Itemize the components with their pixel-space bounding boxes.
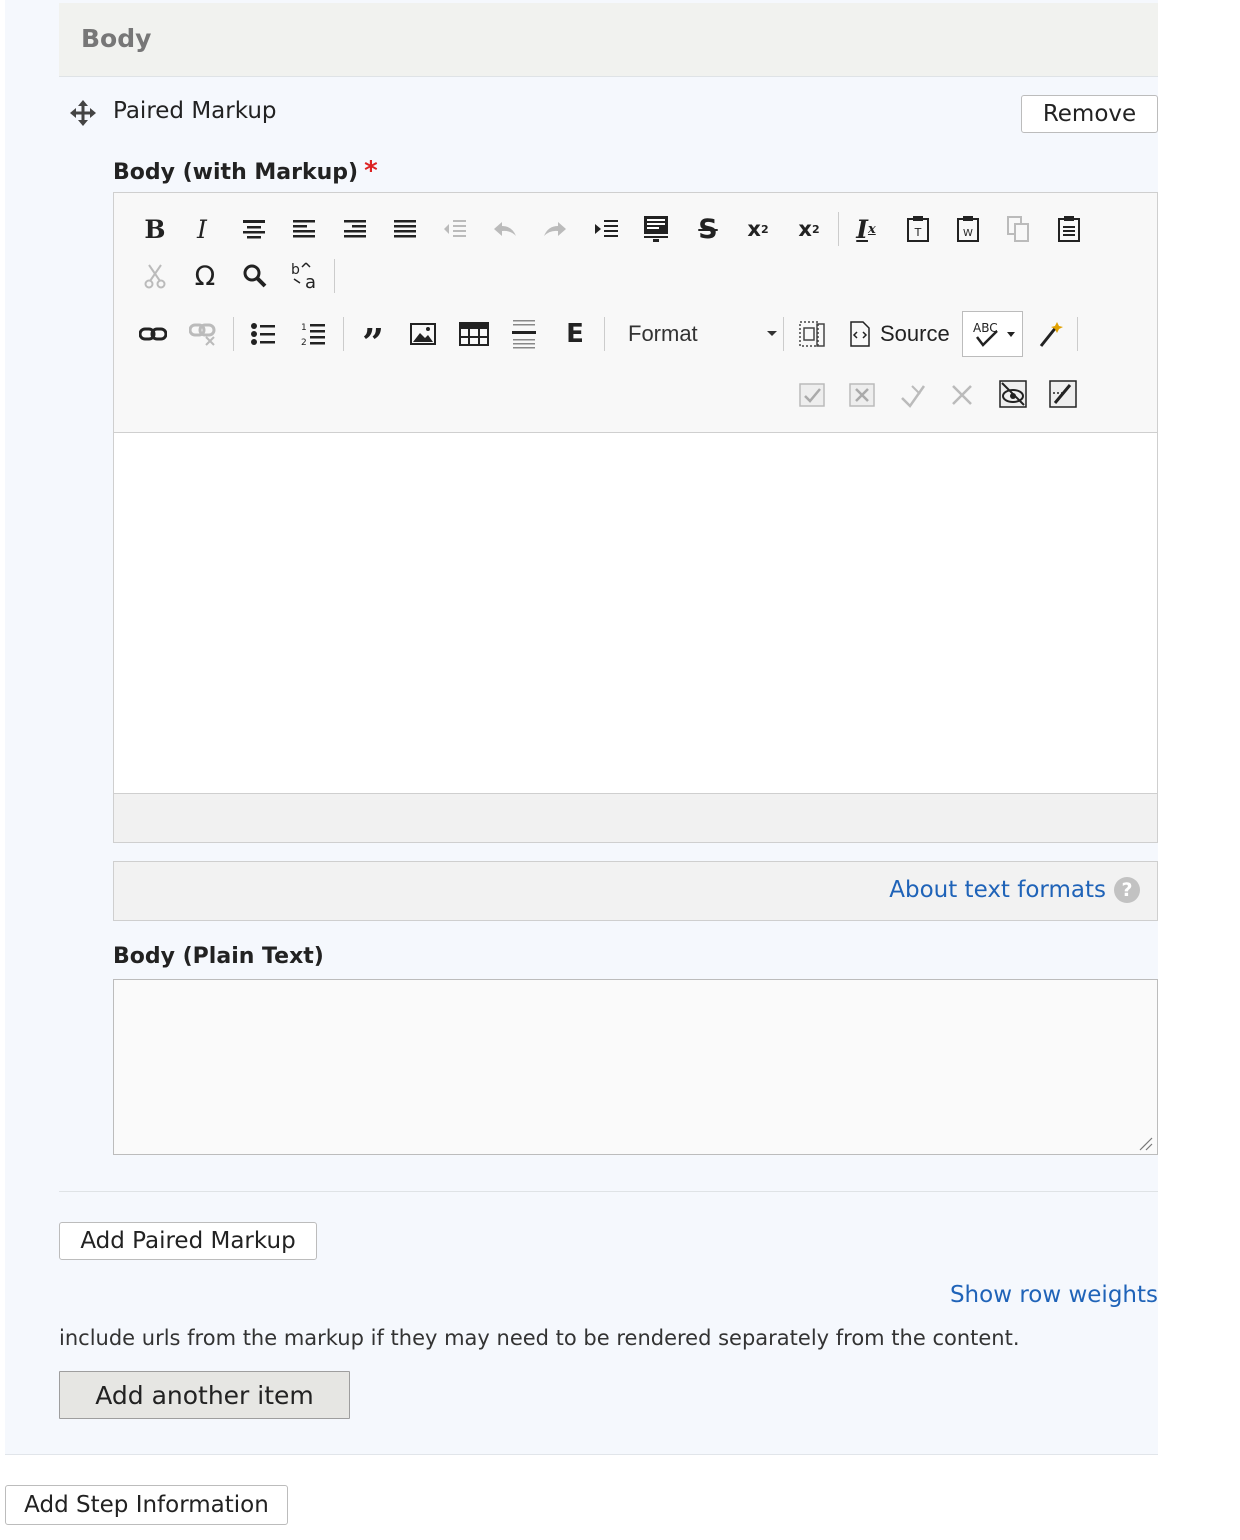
move-arrows-icon[interactable] <box>68 98 98 128</box>
field-description: include urls from the markup if they may… <box>59 1326 1020 1350</box>
format-label: Format <box>628 321 698 346</box>
divider <box>59 1191 1158 1192</box>
toolbar-separator <box>334 259 335 293</box>
align-right-icon[interactable] <box>338 212 372 246</box>
svg-text:2: 2 <box>301 338 307 347</box>
link-icon[interactable] <box>136 317 170 351</box>
spellcheck-icon: ABC <box>973 321 998 347</box>
plain-text-textarea[interactable] <box>113 979 1158 1155</box>
align-center-icon[interactable] <box>237 212 271 246</box>
indent-icon[interactable] <box>589 212 623 246</box>
redo-icon[interactable] <box>538 212 572 246</box>
add-step-information-button[interactable]: Add Step Information <box>5 1485 288 1525</box>
accept-all-icon[interactable] <box>895 377 929 411</box>
svg-text:W: W <box>963 228 973 239</box>
accept-change-icon[interactable] <box>795 377 829 411</box>
toolbar-separator <box>233 317 234 351</box>
svg-text:b: b <box>291 262 300 278</box>
undo-icon[interactable] <box>488 212 522 246</box>
about-text-formats-link[interactable]: About text formats <box>889 877 1106 903</box>
show-blocks-icon[interactable] <box>639 212 673 246</box>
justify-icon[interactable] <box>388 212 422 246</box>
unlink-icon[interactable] <box>186 317 220 351</box>
cut-icon[interactable] <box>138 259 172 293</box>
markup-editor-content[interactable] <box>113 432 1158 794</box>
italic-icon[interactable]: I <box>185 212 219 246</box>
toolbar-separator <box>783 317 784 351</box>
resize-handle-icon[interactable] <box>1138 1136 1154 1152</box>
source-label: Source <box>880 321 950 346</box>
chevron-down-icon <box>1006 331 1015 337</box>
svg-text:a: a <box>305 272 316 291</box>
toolbar-separator <box>604 317 605 351</box>
text-formats-bar: About text formats ? <box>113 861 1158 921</box>
replace-icon[interactable]: ba <box>288 259 322 293</box>
svg-text:T: T <box>914 226 922 239</box>
add-another-item-button[interactable]: Add another item <box>59 1371 350 1419</box>
svg-text:1: 1 <box>301 323 307 333</box>
reject-change-icon[interactable] <box>845 377 879 411</box>
spellcheck-button[interactable]: ABC <box>962 311 1023 357</box>
paragraph-title: Paired Markup <box>113 98 277 124</box>
paste-word-icon[interactable]: W <box>951 212 985 246</box>
strikethrough-icon[interactable]: S <box>691 212 725 246</box>
table-icon[interactable] <box>457 317 491 351</box>
plain-field-label: Body (Plain Text) <box>113 944 324 969</box>
editor-status-bar <box>113 793 1158 843</box>
format-dropdown[interactable]: Format <box>617 317 777 351</box>
bulleted-list-icon[interactable] <box>246 317 280 351</box>
toolbar-separator <box>343 317 344 351</box>
source-icon <box>850 321 870 347</box>
markup-field-label: Body (with Markup) * <box>113 156 378 186</box>
special-char-icon[interactable]: Ω <box>188 259 222 293</box>
required-marker: * <box>364 156 378 186</box>
section-header <box>59 3 1158 77</box>
magic-wand-icon[interactable] <box>1033 317 1067 351</box>
blockquote-icon[interactable]: ” <box>356 317 390 362</box>
superscript-icon[interactable]: x2 <box>741 212 775 246</box>
track-changes-icon[interactable] <box>1046 377 1080 411</box>
source-button[interactable]: Source <box>849 317 954 351</box>
maximize-icon[interactable] <box>795 317 829 351</box>
add-paired-markup-button[interactable]: Add Paired Markup <box>59 1222 317 1260</box>
image-icon[interactable] <box>406 317 440 351</box>
toolbar-separator <box>1077 317 1078 351</box>
paste-icon[interactable] <box>1052 212 1086 246</box>
copy-icon[interactable] <box>1001 212 1035 246</box>
search-icon[interactable] <box>238 259 272 293</box>
outdent-icon[interactable] <box>438 212 472 246</box>
paste-text-icon[interactable]: T <box>901 212 935 246</box>
bold-icon[interactable]: B <box>138 212 172 246</box>
show-row-weights-link[interactable]: Show row weights <box>950 1282 1158 1308</box>
numbered-list-icon[interactable]: 12 <box>296 317 330 351</box>
chevron-down-icon <box>767 331 777 336</box>
embed-icon[interactable]: E <box>558 317 592 351</box>
help-icon[interactable]: ? <box>1114 877 1140 903</box>
subscript-icon[interactable]: x2 <box>792 212 826 246</box>
remove-format-icon[interactable]: Ix <box>849 212 883 246</box>
remove-button[interactable]: Remove <box>1021 95 1158 133</box>
align-left-icon[interactable] <box>287 212 321 246</box>
markup-field-label-text: Body (with Markup) <box>113 160 359 185</box>
section-title: Body <box>81 24 152 53</box>
reject-all-icon[interactable] <box>946 377 980 411</box>
editor-toolbar: B I S x2 x2 Ix T W Ω b a 1 2 ” E Format … <box>113 192 1158 433</box>
horizontal-rule-icon[interactable] <box>507 317 541 351</box>
toolbar-separator <box>838 212 839 246</box>
track-changes-visibility-icon[interactable] <box>996 377 1030 411</box>
